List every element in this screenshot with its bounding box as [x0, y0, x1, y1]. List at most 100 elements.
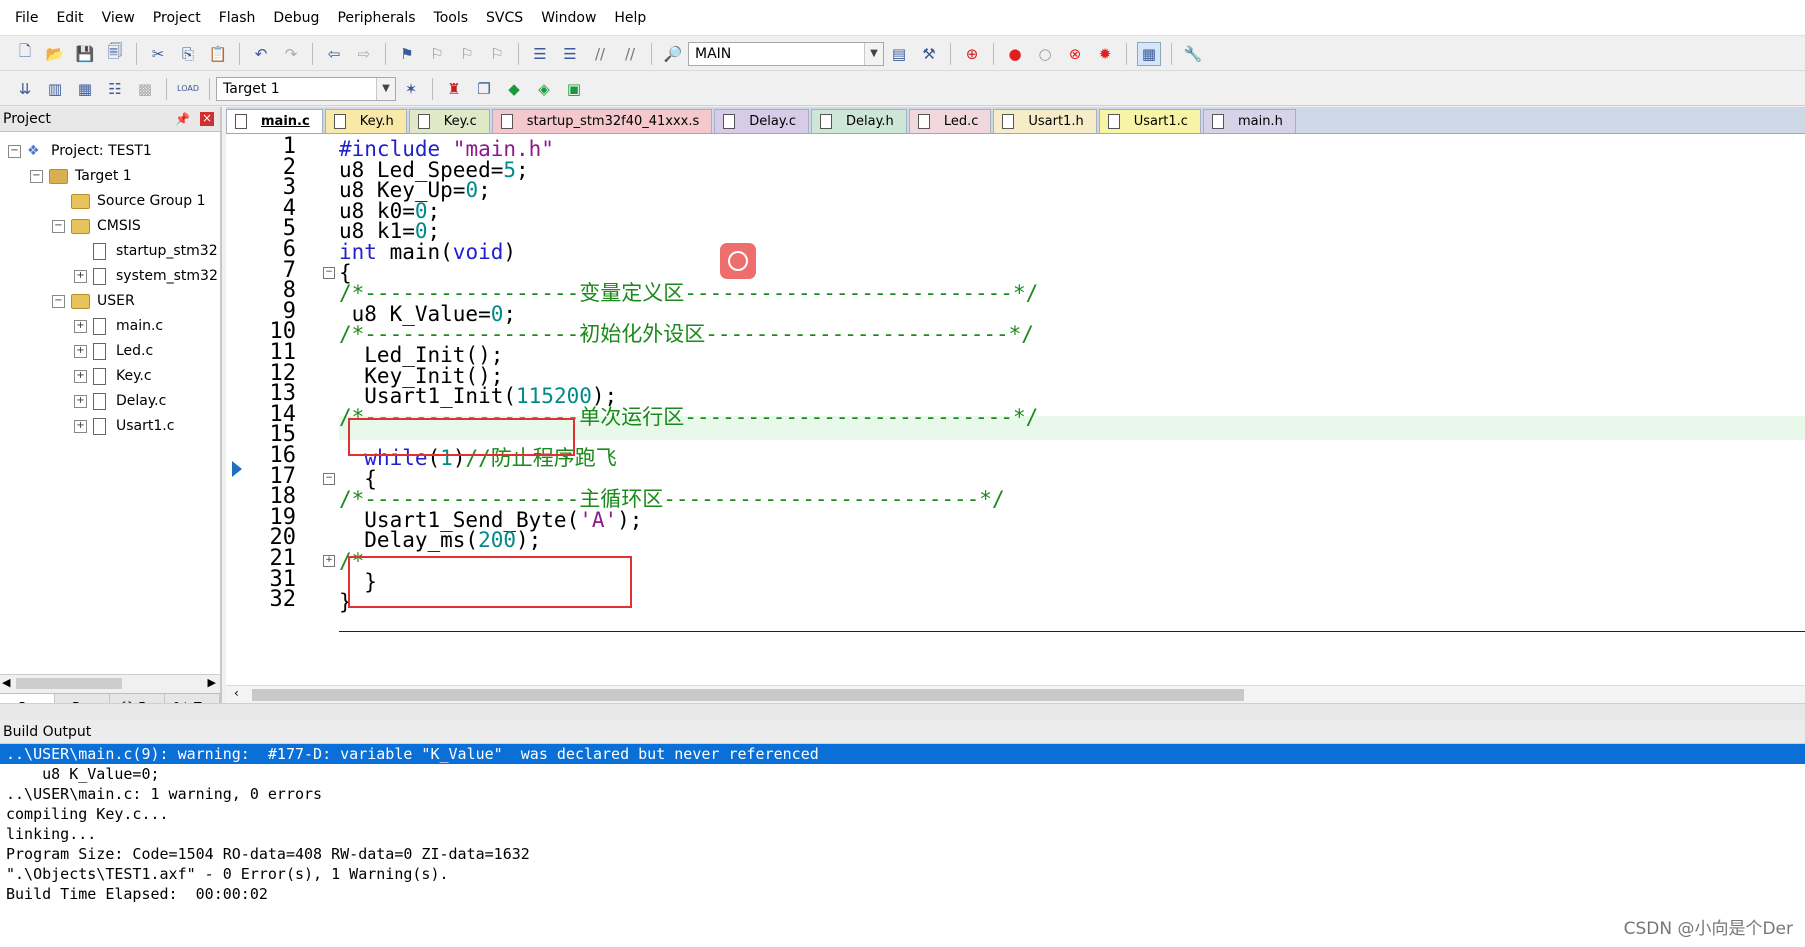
menu-file[interactable]: File: [6, 0, 47, 36]
scroll-thumb[interactable]: [252, 689, 1244, 701]
menu-edit[interactable]: Edit: [47, 0, 92, 36]
menu-view[interactable]: View: [93, 0, 144, 36]
paste-icon[interactable]: 📋: [207, 43, 229, 65]
find-icon[interactable]: ⚒: [918, 43, 940, 65]
tree-item-system-stm32[interactable]: + system_stm32: [74, 264, 218, 288]
build-output-line[interactable]: ..\USER\main.c(9): warning: #177-D: vari…: [0, 744, 1805, 764]
tree-item-startup-stm32[interactable]: startup_stm32: [74, 239, 218, 263]
kill-all-breakpoints-icon[interactable]: ✹: [1094, 43, 1116, 65]
menu-help[interactable]: Help: [605, 0, 655, 36]
tree-item-usart1-c[interactable]: + Usart1.c: [74, 414, 174, 438]
collapse-icon[interactable]: −: [323, 266, 335, 279]
translate-icon[interactable]: ⇊: [14, 78, 36, 100]
debug-session-icon[interactable]: ⊕: [961, 43, 983, 65]
save-all-icon[interactable]: 🗐: [104, 42, 126, 65]
manage-project-items-icon[interactable]: ♜: [443, 78, 465, 100]
expand-icon[interactable]: +: [323, 555, 335, 567]
menu-project[interactable]: Project: [144, 0, 210, 36]
close-icon[interactable]: ×: [200, 112, 214, 126]
cut-icon[interactable]: ✂: [147, 43, 169, 65]
tab-main-c[interactable]: main.c: [226, 109, 323, 133]
new-file-icon[interactable]: 🗋: [14, 42, 36, 65]
tree-item-led-c[interactable]: + Led.c: [74, 339, 153, 363]
menu-flash[interactable]: Flash: [210, 0, 265, 36]
configure-icon[interactable]: 🔧: [1182, 43, 1204, 65]
build-output-line[interactable]: u8 K_Value=0;: [0, 764, 1805, 784]
scroll-left-icon[interactable]: ‹: [234, 686, 239, 700]
save-icon[interactable]: 💾: [74, 43, 96, 65]
menu-svcs[interactable]: SVCS: [477, 0, 532, 36]
options-for-target-icon[interactable]: ✶: [400, 78, 422, 100]
splitter[interactable]: [0, 703, 1805, 721]
build-output-line[interactable]: Program Size: Code=1504 RO-data=408 RW-d…: [0, 844, 1805, 864]
tab-key-h[interactable]: Key.h: [324, 109, 407, 133]
expand-icon[interactable]: +: [74, 394, 87, 408]
build-output-line[interactable]: linking...: [0, 824, 1805, 844]
tree-item-main-c[interactable]: + main.c: [74, 314, 163, 338]
navigate-forward-icon[interactable]: ⇨: [353, 43, 375, 65]
tree-item-key-c[interactable]: + Key.c: [74, 364, 152, 388]
tab-delay-h[interactable]: Delay.h: [811, 109, 907, 133]
chevron-down-icon[interactable]: ▼: [376, 77, 395, 100]
tab-usart1-h[interactable]: Usart1.h: [993, 109, 1097, 133]
manage-multi-project-icon[interactable]: ❐: [473, 78, 495, 100]
collapse-icon[interactable]: −: [30, 169, 43, 183]
expand-icon[interactable]: +: [74, 344, 87, 358]
build-output-line[interactable]: ..\USER\main.c: 1 warning, 0 errors: [0, 784, 1805, 804]
editor-hscroll[interactable]: ‹: [226, 685, 1805, 704]
stop-build-icon[interactable]: ▩: [134, 78, 156, 100]
build-output-panel[interactable]: ..\USER\main.c(9): warning: #177-D: vari…: [0, 744, 1805, 947]
tree-item-user[interactable]: − USER: [52, 289, 135, 313]
manage-run-time-env-icon[interactable]: ◆: [503, 78, 525, 100]
collapse-icon[interactable]: −: [323, 472, 335, 485]
tree-hscroll[interactable]: ◀ ▶: [0, 674, 220, 693]
tab-led-c[interactable]: Led.c: [908, 109, 992, 133]
tree-item-cmsis[interactable]: − CMSIS: [52, 214, 141, 238]
disable-all-breakpoints-icon[interactable]: ⊗: [1064, 43, 1086, 65]
batch-build-icon[interactable]: ☷: [104, 78, 126, 100]
collapse-icon[interactable]: −: [52, 219, 65, 233]
comment-icon[interactable]: //: [589, 43, 611, 65]
target-combo[interactable]: Target 1 ▼: [216, 76, 396, 101]
tree-item-delay-c[interactable]: + Delay.c: [74, 389, 166, 413]
build-output-line[interactable]: Build Time Elapsed: 00:00:02: [0, 884, 1805, 904]
pin-icon[interactable]: 📌: [175, 112, 190, 126]
copy-icon[interactable]: ⎘: [177, 43, 199, 65]
clear-bookmarks-icon[interactable]: ⚐: [486, 43, 508, 65]
incremental-find-icon[interactable]: ▤: [888, 43, 910, 65]
uncomment-icon[interactable]: //: [619, 43, 641, 65]
select-software-packs-icon[interactable]: ◈: [533, 78, 555, 100]
load-icon[interactable]: LOAD: [177, 78, 199, 100]
expand-icon[interactable]: +: [74, 319, 87, 333]
undo-icon[interactable]: ↶: [250, 43, 272, 65]
menu-tools[interactable]: Tools: [425, 0, 478, 36]
bookmark-icon[interactable]: ⚑: [396, 43, 418, 65]
collapse-icon[interactable]: −: [52, 294, 65, 308]
menu-debug[interactable]: Debug: [264, 0, 328, 36]
tree-item-project-test1[interactable]: − ❖ Project: TEST1: [8, 139, 152, 163]
expand-icon[interactable]: +: [74, 269, 87, 283]
scroll-right-icon[interactable]: ▶: [208, 676, 216, 689]
window-layout-icon[interactable]: ▦: [1137, 41, 1161, 66]
tab-startup-stm32f40-41xxx-s[interactable]: startup_stm32f40_41xxx.s: [491, 109, 713, 133]
tab-key-c[interactable]: Key.c: [408, 109, 490, 133]
build-output-line[interactable]: ".\Objects\TEST1.axf" - 0 Error(s), 1 Wa…: [0, 864, 1805, 884]
expand-icon[interactable]: +: [74, 419, 87, 433]
build-output-line[interactable]: compiling Key.c...: [0, 804, 1805, 824]
tree-item-target-1[interactable]: − Target 1: [30, 164, 132, 188]
breakpoint-icon[interactable]: ●: [1004, 43, 1026, 65]
expand-icon[interactable]: +: [74, 369, 87, 383]
code-editor[interactable]: 1 2 3 4 5 6 7−8 9 10 11 12 13 14 15 16 17−18 19 20 21 +31 32…: [226, 133, 1805, 686]
redo-icon[interactable]: ↷: [280, 43, 302, 65]
search-button[interactable]: [720, 243, 756, 279]
scroll-left-icon[interactable]: ◀: [2, 676, 10, 689]
indent-icon[interactable]: ☰: [529, 43, 551, 65]
build-icon[interactable]: ▥: [44, 78, 66, 100]
find-combo[interactable]: MAIN ▼: [688, 41, 884, 66]
tab-main-h[interactable]: main.h: [1202, 109, 1296, 133]
tab-delay-c[interactable]: Delay.c: [714, 109, 809, 133]
scroll-thumb[interactable]: [16, 678, 122, 689]
pack-installer-icon[interactable]: ▣: [563, 78, 585, 100]
tree-item-source-group-1[interactable]: Source Group 1: [52, 189, 206, 213]
next-bookmark-icon[interactable]: ⚐: [456, 43, 478, 65]
